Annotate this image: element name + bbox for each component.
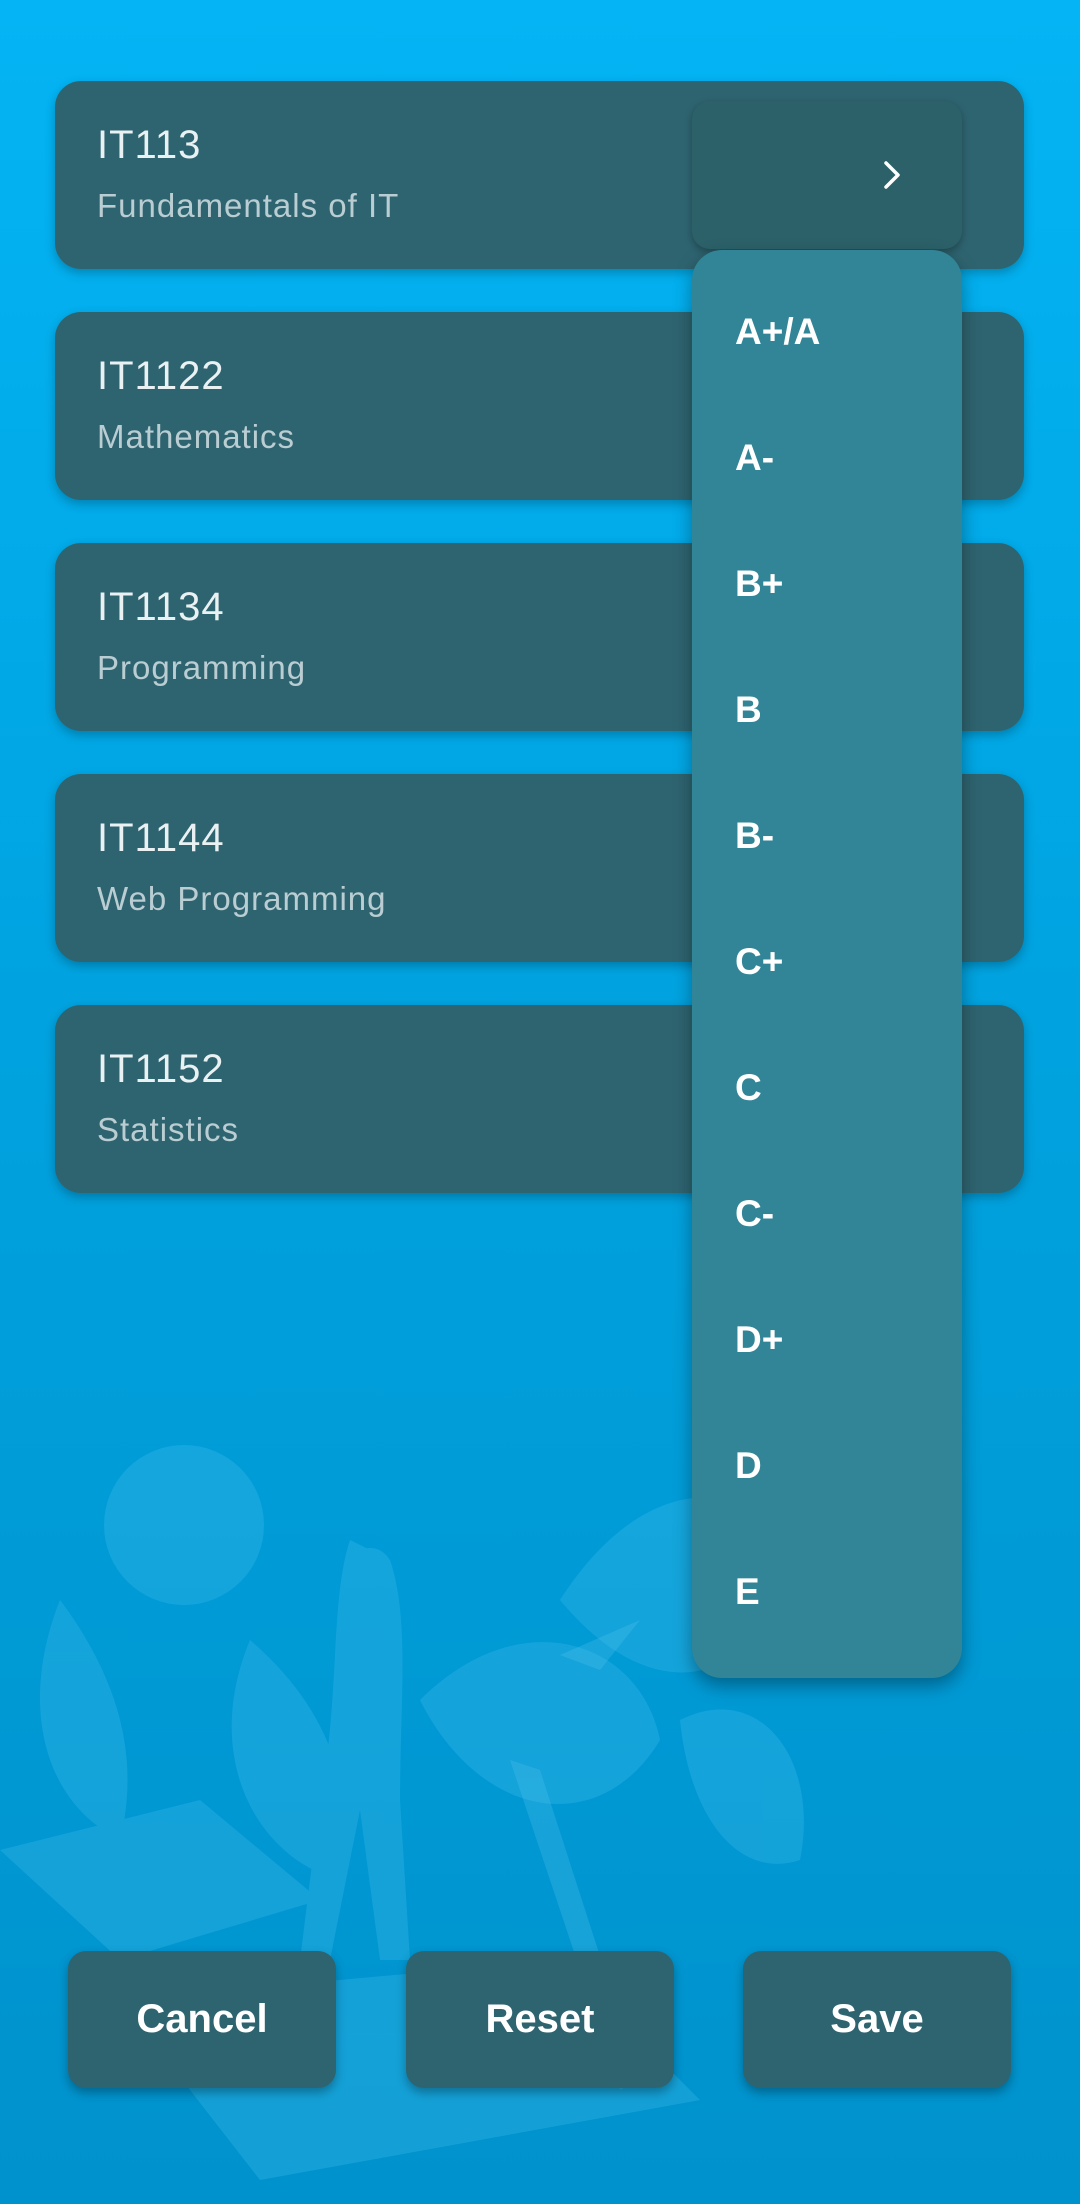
grade-option[interactable]: D — [735, 1436, 935, 1496]
save-button[interactable]: Save — [743, 1951, 1011, 2088]
course-code: IT113 — [97, 123, 202, 167]
grade-option[interactable]: B- — [735, 806, 935, 866]
grade-option[interactable]: A+/A — [735, 302, 935, 362]
course-code: IT1144 — [97, 816, 225, 860]
grade-option[interactable]: E — [735, 1562, 935, 1622]
grade-option[interactable]: D+ — [735, 1310, 935, 1370]
course-code: IT1122 — [97, 354, 225, 398]
course-name: Programming — [97, 649, 307, 686]
grade-option[interactable]: C- — [735, 1184, 935, 1244]
grade-option[interactable]: C+ — [735, 932, 935, 992]
reset-button[interactable]: Reset — [406, 1951, 674, 2088]
grade-dropdown-menu: A+/A A- B+ B B- C+ C C- D+ D E — [692, 250, 962, 1678]
course-code: IT1152 — [97, 1047, 225, 1091]
course-name: Fundamentals of IT — [97, 187, 400, 224]
grade-option[interactable]: A- — [735, 428, 935, 488]
course-name: Web Programming — [97, 880, 387, 917]
course-name: Statistics — [97, 1111, 240, 1148]
course-code: IT1134 — [97, 585, 225, 629]
grade-dropdown-button[interactable] — [692, 101, 962, 249]
course-name: Mathematics — [97, 418, 296, 455]
cancel-button[interactable]: Cancel — [68, 1951, 336, 2088]
grade-option[interactable]: B+ — [735, 554, 935, 614]
grade-option[interactable]: B — [735, 680, 935, 740]
chevron-right-icon — [884, 161, 900, 189]
grade-option[interactable]: C — [735, 1058, 935, 1118]
